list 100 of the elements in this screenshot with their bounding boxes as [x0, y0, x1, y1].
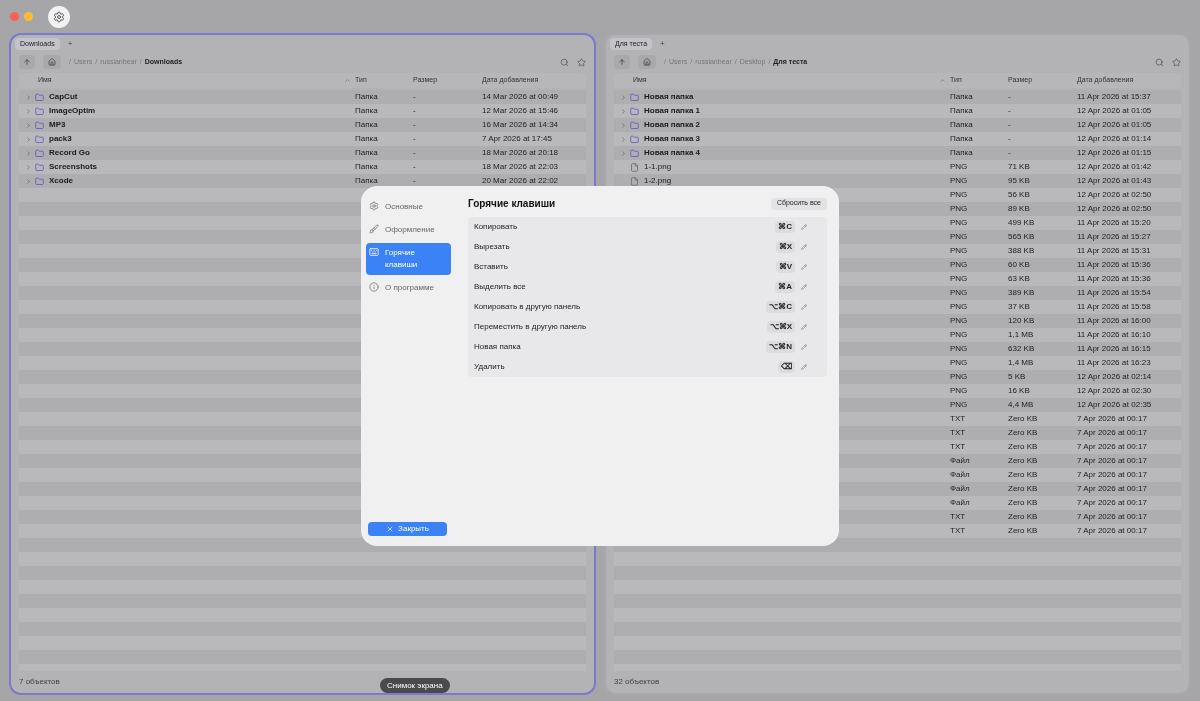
date-cell-text: 11 Apr 2026 at 15:27: [1077, 231, 1152, 243]
date-cell-text: 7 Apr 2026 at 00:17: [1077, 455, 1148, 467]
folder-icon: [35, 120, 44, 130]
key-combination[interactable]: ⌫: [778, 361, 795, 373]
type-cell-text: TXT: [950, 441, 967, 453]
size-cell-text: 1,4 MB: [1008, 357, 1035, 369]
file-name[interactable]: Screenshots: [49, 161, 98, 173]
key-combination[interactable]: ⌥⌘N: [766, 341, 795, 353]
size-cell-text: 632 KB: [1008, 343, 1036, 355]
search-icon[interactable]: [1155, 57, 1164, 67]
date-cell-text: 7 Apr 2026 at 00:17: [1077, 511, 1148, 523]
item-count: 7 объектов: [19, 676, 60, 688]
folder-icon: [35, 148, 44, 158]
size-cell-text: 1,1 MB: [1008, 329, 1035, 341]
size-cell-text: 60 KB: [1008, 259, 1031, 271]
type-cell-text: Папка: [950, 147, 974, 159]
up-button[interactable]: [614, 55, 630, 69]
type-cell-text: Папка: [355, 161, 379, 173]
type-cell-text: Папка: [950, 119, 974, 131]
size-cell-text: 16 KB: [1008, 385, 1031, 397]
settings-nav-item[interactable]: О программе: [366, 278, 451, 298]
file-name[interactable]: Новая папка 2: [644, 119, 701, 131]
file-name[interactable]: CapCut: [49, 91, 78, 103]
window-control[interactable]: [24, 12, 33, 21]
file-name[interactable]: Новая папка 4: [644, 147, 701, 159]
close-button[interactable]: Закрыть: [368, 522, 447, 536]
type-cell-text: PNG: [950, 259, 969, 271]
add-tab-button[interactable]: +: [67, 40, 73, 48]
edit-icon[interactable]: [801, 284, 807, 290]
date-cell-text: 20 Mar 2026 at 22:02: [482, 175, 560, 187]
date-cell-text: 7 Apr 2026 at 00:17: [1077, 497, 1148, 509]
size-cell-text: -: [1008, 91, 1012, 103]
size-cell-text: Zero KB: [1008, 469, 1039, 481]
type-cell-text: Папка: [950, 133, 974, 145]
add-tab-button[interactable]: +: [660, 40, 665, 48]
date-cell-text: 7 Apr 2026 at 00:17: [1077, 441, 1148, 453]
file-name[interactable]: ImageOptim: [49, 105, 96, 117]
shortcut-label: Переместить в другую панель: [474, 321, 588, 333]
file-name[interactable]: Xcode: [49, 175, 73, 187]
file-name[interactable]: Новая папка 3: [644, 133, 701, 145]
size-cell-text: Zero KB: [1008, 427, 1039, 439]
brush-icon: [369, 224, 379, 234]
file-name[interactable]: MP3: [49, 119, 66, 131]
type-cell-text: PNG: [950, 315, 969, 327]
edit-icon[interactable]: [801, 224, 807, 230]
date-cell-text: 12 Apr 2026 at 01:14: [1077, 133, 1153, 145]
type-cell-text: TXT: [950, 511, 967, 523]
shortcut-label: Вырезать: [474, 241, 511, 253]
file-name[interactable]: Record Go: [49, 147, 90, 159]
key-combination[interactable]: ⌘X: [775, 241, 795, 253]
type-cell-text: PNG: [950, 399, 969, 411]
home-icon: [48, 58, 56, 66]
file-name[interactable]: Новая папка: [644, 91, 694, 103]
folder-icon: [630, 134, 639, 144]
key-combination[interactable]: ⌘A: [775, 281, 795, 293]
home-icon: [643, 58, 651, 66]
star-icon[interactable]: [577, 57, 586, 67]
key-combination[interactable]: ⌥⌘C: [766, 301, 795, 313]
folder-icon: [35, 162, 44, 172]
file-name[interactable]: pack3: [49, 133, 72, 145]
type-cell-text: Папка: [355, 91, 379, 103]
size-cell-text: 89 KB: [1008, 203, 1031, 215]
star-icon[interactable]: [1172, 57, 1181, 67]
edit-icon[interactable]: [801, 304, 807, 310]
search-icon[interactable]: [560, 57, 569, 67]
size-cell-text: -: [1008, 147, 1012, 159]
edit-icon[interactable]: [801, 344, 807, 350]
window-control[interactable]: [10, 12, 19, 21]
up-button[interactable]: [19, 55, 35, 69]
home-button[interactable]: [43, 55, 61, 69]
settings-button[interactable]: [48, 5, 70, 28]
settings-nav-item[interactable]: Оформление: [366, 220, 451, 240]
type-cell-text: Папка: [355, 147, 379, 159]
file-name[interactable]: 1-2.png: [644, 175, 672, 187]
size-cell-text: -: [413, 91, 417, 103]
key-combination[interactable]: ⌥⌘X: [766, 321, 795, 333]
type-cell-text: Файл: [950, 497, 971, 509]
date-cell-text: 18 Mar 2026 at 20:18: [482, 147, 560, 159]
home-button[interactable]: [638, 55, 656, 69]
edit-icon[interactable]: [801, 364, 807, 370]
edit-icon[interactable]: [801, 264, 807, 270]
file-name[interactable]: 1-1.png: [644, 161, 672, 173]
size-cell-text: Zero KB: [1008, 413, 1039, 425]
keyboard-icon: [369, 247, 379, 257]
file-name[interactable]: Новая папка 1: [644, 105, 701, 117]
size-cell-text: Zero KB: [1008, 525, 1039, 537]
date-cell-text: 12 Apr 2026 at 02:35: [1077, 399, 1153, 411]
date-cell-text: 7 Apr 2026 at 00:17: [1077, 525, 1148, 537]
settings-nav-item[interactable]: Основные: [366, 197, 451, 217]
size-cell-text: Zero KB: [1008, 455, 1039, 467]
settings-nav-item[interactable]: Горячие клавиши: [366, 243, 451, 275]
key-combination[interactable]: ⌘V: [775, 261, 795, 273]
edit-icon[interactable]: [801, 244, 807, 250]
size-cell-text: Zero KB: [1008, 511, 1039, 523]
key-combination[interactable]: ⌘C: [775, 221, 795, 233]
type-cell-text: TXT: [950, 427, 967, 439]
dialog-title: Горячие клавиши: [468, 197, 556, 211]
size-cell-text: -: [413, 119, 417, 131]
edit-icon[interactable]: [801, 324, 807, 330]
size-cell-text: -: [413, 105, 417, 117]
